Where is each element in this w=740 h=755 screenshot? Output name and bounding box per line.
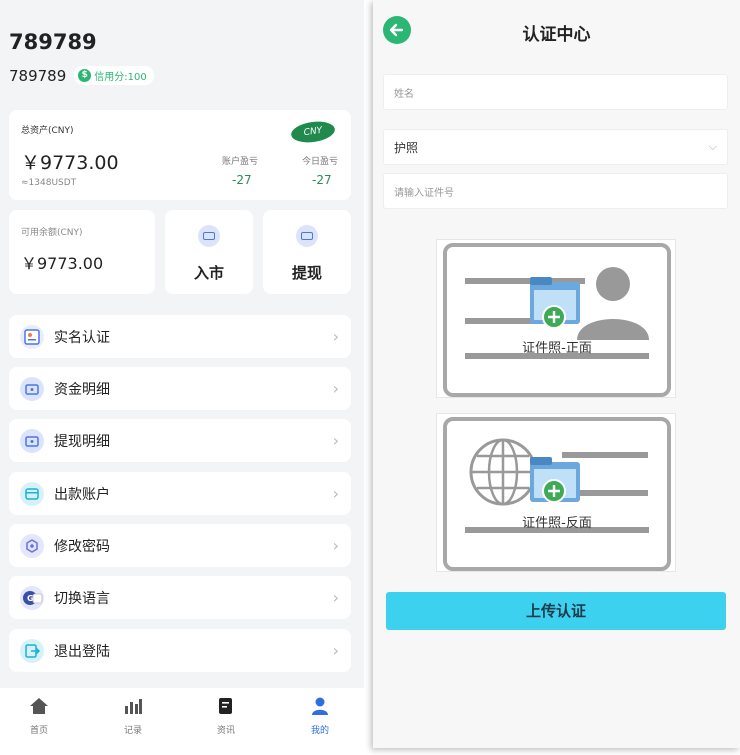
chevron-right-icon: › bbox=[332, 641, 339, 660]
tab-label: 首页 bbox=[29, 726, 48, 736]
svg-text:G: G bbox=[27, 594, 34, 603]
lock-icon bbox=[20, 533, 44, 558]
menu-label: 退出登陆 bbox=[54, 643, 110, 660]
credit-score: 信用分:100 bbox=[94, 72, 147, 83]
chevron-right-icon: › bbox=[332, 379, 339, 398]
id-front-caption: 证件照-正面 bbox=[522, 341, 592, 356]
chevron-right-icon: › bbox=[332, 327, 339, 346]
id-card-front-image bbox=[443, 243, 671, 397]
tab-mine[interactable]: 我的 bbox=[290, 688, 350, 748]
asset-usdt: ≈1348USDT bbox=[21, 178, 77, 188]
menu-item-logout[interactable]: 退出登陆 › bbox=[9, 629, 351, 672]
currency-badge: CNY bbox=[289, 119, 337, 145]
verification-page: 认证中心 姓名 护照 ⌵ 请输入证件号 证件照-正面 证件照-反面 上传认证 bbox=[373, 0, 740, 748]
total-asset-card: 总资产(CNY) CNY ￥9773.00 ≈1348USDT 账户盈亏 -27… bbox=[9, 110, 351, 200]
app-root: 789789 789789 $ 信用分:100 总资产(CNY) CNY ￥97… bbox=[0, 0, 740, 755]
tab-news[interactable]: 资讯 bbox=[196, 688, 256, 748]
asset-title: 总资产(CNY) bbox=[21, 126, 74, 136]
page-title: 认证中心 bbox=[522, 25, 591, 45]
today-pl-label: 今日盈亏 bbox=[302, 157, 339, 167]
id-front-upload[interactable]: 证件照-正面 bbox=[436, 239, 676, 398]
wallet-icon bbox=[20, 376, 44, 401]
account-pl-value: -27 bbox=[232, 173, 252, 187]
menu-item-fund-details[interactable]: 资金明细 › bbox=[9, 367, 351, 410]
wallet-icon bbox=[20, 428, 44, 453]
tab-label: 资讯 bbox=[216, 726, 235, 736]
bottom-tab-bar: 首页 记录 资讯 我的 bbox=[0, 688, 364, 755]
name-field[interactable]: 姓名 bbox=[383, 74, 728, 110]
menu-label: 提现明细 bbox=[54, 433, 110, 450]
id-card-back-image bbox=[443, 417, 671, 571]
menu-label: 实名认证 bbox=[54, 329, 110, 346]
deposit-button[interactable]: 入市 bbox=[165, 210, 253, 294]
profile-page: 789789 789789 $ 信用分:100 总资产(CNY) CNY ￥97… bbox=[0, 0, 364, 755]
id-back-upload[interactable]: 证件照-反面 bbox=[436, 413, 676, 572]
news-icon bbox=[216, 696, 236, 716]
chevron-down-icon: ⌵ bbox=[708, 140, 717, 153]
account-pl-label: 账户盈亏 bbox=[222, 157, 259, 167]
back-button[interactable] bbox=[383, 16, 411, 44]
tab-label: 记录 bbox=[123, 726, 142, 736]
menu-label: 切换语言 bbox=[54, 590, 110, 607]
user-id: 789789 bbox=[9, 66, 67, 85]
menu-item-switch-language[interactable]: G 切换语言 › bbox=[9, 576, 351, 619]
credit-badge: $ 信用分:100 bbox=[74, 66, 154, 85]
upload-verification-button[interactable]: 上传认证 bbox=[386, 592, 726, 630]
balance-amount: ￥9773.00 bbox=[21, 254, 104, 273]
withdraw-button[interactable]: 提现 bbox=[263, 210, 351, 294]
logout-icon bbox=[20, 638, 44, 663]
tab-home[interactable]: 首页 bbox=[9, 688, 69, 748]
tab-records[interactable]: 记录 bbox=[103, 688, 163, 748]
translate-icon: G bbox=[20, 585, 44, 610]
home-icon bbox=[29, 696, 49, 716]
menu-item-withdraw-details[interactable]: 提现明细 › bbox=[9, 419, 351, 462]
deposit-label: 入市 bbox=[193, 264, 224, 282]
today-pl-value: -27 bbox=[312, 173, 332, 187]
wallet-icon bbox=[296, 225, 318, 247]
tab-label: 我的 bbox=[310, 726, 329, 736]
credit-icon: $ bbox=[78, 69, 92, 82]
wallet-icon bbox=[198, 225, 220, 247]
asset-amount: ￥9773.00 bbox=[21, 152, 119, 174]
chevron-right-icon: › bbox=[332, 588, 339, 607]
account-icon bbox=[20, 481, 44, 506]
menu-item-real-name[interactable]: 实名认证 › bbox=[9, 315, 351, 358]
menu-item-payout-account[interactable]: 出款账户 › bbox=[9, 472, 351, 515]
chevron-right-icon: › bbox=[332, 431, 339, 450]
withdraw-label: 提现 bbox=[291, 264, 322, 282]
chart-icon bbox=[123, 696, 143, 716]
id-back-caption: 证件照-反面 bbox=[522, 516, 592, 531]
menu-item-change-password[interactable]: 修改密码 › bbox=[9, 524, 351, 567]
username: 789789 bbox=[9, 30, 97, 54]
user-icon bbox=[310, 696, 330, 716]
id-card-icon bbox=[20, 324, 44, 349]
chevron-right-icon: › bbox=[332, 484, 339, 503]
available-balance-card: 可用余额(CNY) ￥9773.00 bbox=[9, 210, 155, 294]
document-type-value: 护照 bbox=[394, 140, 419, 155]
arrow-left-icon bbox=[389, 23, 404, 37]
menu-label: 资金明细 bbox=[54, 381, 110, 398]
menu-label: 出款账户 bbox=[54, 486, 110, 503]
menu-label: 修改密码 bbox=[54, 538, 110, 555]
document-type-select[interactable]: 护照 ⌵ bbox=[383, 129, 728, 165]
id-number-field[interactable]: 请输入证件号 bbox=[383, 173, 728, 209]
chevron-right-icon: › bbox=[332, 536, 339, 555]
balance-title: 可用余额(CNY) bbox=[21, 228, 83, 238]
user-id-row: 789789 $ 信用分:100 bbox=[9, 66, 154, 85]
